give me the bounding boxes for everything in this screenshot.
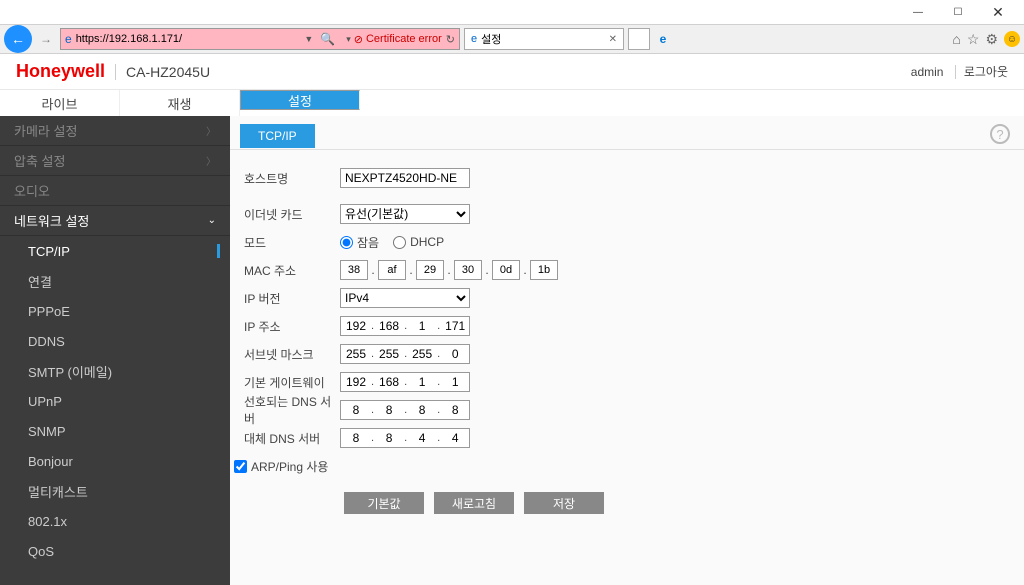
tab-title: 설정 [481,31,501,47]
ipaddr-input[interactable]: . . . [340,316,470,336]
dns2-label: 대체 DNS 서버 [240,430,340,447]
save-button[interactable]: 저장 [524,492,604,514]
refresh-icon[interactable]: ↻ [446,33,455,46]
tab-settings[interactable]: 설정 [240,90,360,110]
tab-close-icon[interactable]: ✕ [609,34,617,45]
mode-static-label: 잠음 [357,234,379,251]
url-box[interactable]: e https://192.168.1.171/ ▼ 🔍 ▾ ⊘ Certifi… [60,28,460,50]
minimize-button[interactable]: — [898,2,938,22]
window-titlebar: — ☐ ✕ [0,0,1024,24]
mode-dhcp-radio[interactable] [393,236,406,249]
sidebar-item-pppoe[interactable]: PPPoE [0,296,230,326]
certificate-error[interactable]: ⊘ Certificate error [354,33,442,46]
chevron-right-icon: 〉 [206,153,216,168]
sidebar-cat-audio[interactable]: 오디오 [0,176,230,206]
mac-label: MAC 주소 [240,262,340,279]
chevron-right-icon: 〉 [206,123,216,138]
search-icon[interactable]: 🔍 [320,32,335,46]
mode-label: 모드 [240,234,340,251]
subtab-tcpip[interactable]: TCP/IP [240,124,315,148]
mac-field[interactable] [492,260,520,280]
tab-playback[interactable]: 재생 [120,90,240,116]
browser-tab[interactable]: e 설정 ✕ [464,28,624,50]
sidebar-item-snmp[interactable]: SNMP [0,416,230,446]
sidebar-item-ddns[interactable]: DDNS [0,326,230,356]
brand-logo: Honeywell [16,61,105,82]
tcpip-form: 호스트명 이더넷 카드 유선(기본값) 모드 잠음 DHCP MAC 주소 . … [230,150,1024,514]
hostname-label: 호스트명 [240,170,340,187]
new-tab-button[interactable] [628,28,650,50]
mac-field[interactable] [454,260,482,280]
sidebar-cat-network[interactable]: 네트워크 설정⌄ [0,206,230,236]
mac-field[interactable] [416,260,444,280]
mac-field[interactable] [378,260,406,280]
tab-favicon-icon: e [471,33,477,45]
url-text: https://192.168.1.171/ [76,33,302,45]
subnet-label: 서브넷 마스크 [240,346,340,363]
ethernet-select[interactable]: 유선(기본값) [340,204,470,224]
ipver-label: IP 버전 [240,290,340,307]
default-button[interactable]: 기본값 [344,492,424,514]
brand-header: Honeywell CA-HZ2045U admin 로그아웃 [0,54,1024,90]
ie-icon: e [65,32,72,46]
logout-link[interactable]: 로그아웃 [955,65,1008,79]
mac-input-group: . . . . . [340,260,558,280]
close-window-button[interactable]: ✕ [978,2,1018,22]
arp-label: ARP/Ping 사용 [251,458,328,475]
sidebar-item-conn[interactable]: 연결 [0,266,230,296]
tools-icon[interactable]: ⚙ [985,31,998,48]
gateway-input[interactable]: . . . [340,372,470,392]
smiley-icon[interactable]: ☺ [1004,31,1020,47]
sidebar-item-dot1x[interactable]: 802.1x [0,506,230,536]
sidebar-item-qos[interactable]: QoS [0,536,230,566]
arp-checkbox[interactable] [234,460,247,473]
subtab-bar: TCP/IP ? [230,116,1024,150]
sidebar-item-bonjour[interactable]: Bonjour [0,446,230,476]
error-icon: ⊘ [354,33,363,46]
ipaddr-label: IP 주소 [240,318,340,335]
sidebar-item-multicast[interactable]: 멀티캐스트 [0,476,230,506]
maximize-button[interactable]: ☐ [938,2,978,22]
top-tabs: 라이브 재생 설정 [0,90,1024,116]
mode-static-radio[interactable] [340,236,353,249]
home-icon[interactable]: ⌂ [952,31,960,47]
edge-icon[interactable]: e [654,30,672,48]
main-area: 카메라 설정〉 압축 설정〉 오디오 네트워크 설정⌄ TCP/IP 연결 PP… [0,116,1024,585]
help-icon[interactable]: ? [990,124,1010,144]
chevron-down-icon: ⌄ [208,215,216,226]
mac-field[interactable] [340,260,368,280]
mac-field[interactable] [530,260,558,280]
sidebar: 카메라 설정〉 압축 설정〉 오디오 네트워크 설정⌄ TCP/IP 연결 PP… [0,116,230,585]
favorites-icon[interactable]: ☆ [967,31,980,48]
dns1-label: 선호되는 DNS 서버 [240,393,340,427]
sidebar-item-tcpip[interactable]: TCP/IP [0,236,230,266]
dns2-input[interactable]: . . . [340,428,470,448]
sidebar-item-smtp[interactable]: SMTP (이메일) [0,356,230,386]
tab-live[interactable]: 라이브 [0,90,120,116]
sidebar-item-upnp[interactable]: UPnP [0,386,230,416]
gateway-label: 기본 게이트웨이 [240,374,340,391]
ethernet-label: 이더넷 카드 [240,206,340,223]
content-panel: TCP/IP ? 호스트명 이더넷 카드 유선(기본값) 모드 잠음 DHCP … [230,116,1024,585]
sidebar-cat-camera[interactable]: 카메라 설정〉 [0,116,230,146]
model-label: CA-HZ2045U [115,64,210,80]
url-dropdown-icon[interactable]: ▼ [304,34,313,44]
sidebar-cat-compress[interactable]: 압축 설정〉 [0,146,230,176]
dns1-input[interactable]: . . . [340,400,470,420]
user-label[interactable]: admin [911,65,944,79]
ipver-select[interactable]: IPv4 [340,288,470,308]
search-dropdown-icon[interactable]: ▾ [346,34,351,45]
refresh-button[interactable]: 새로고침 [434,492,514,514]
hostname-input[interactable] [340,168,470,188]
nav-forward-button[interactable]: → [36,29,56,49]
mode-dhcp-label: DHCP [410,235,444,249]
browser-toolbar: ← → e https://192.168.1.171/ ▼ 🔍 ▾ ⊘ Cer… [0,24,1024,54]
subnet-input[interactable]: . . . [340,344,470,364]
nav-back-button[interactable]: ← [4,25,32,53]
